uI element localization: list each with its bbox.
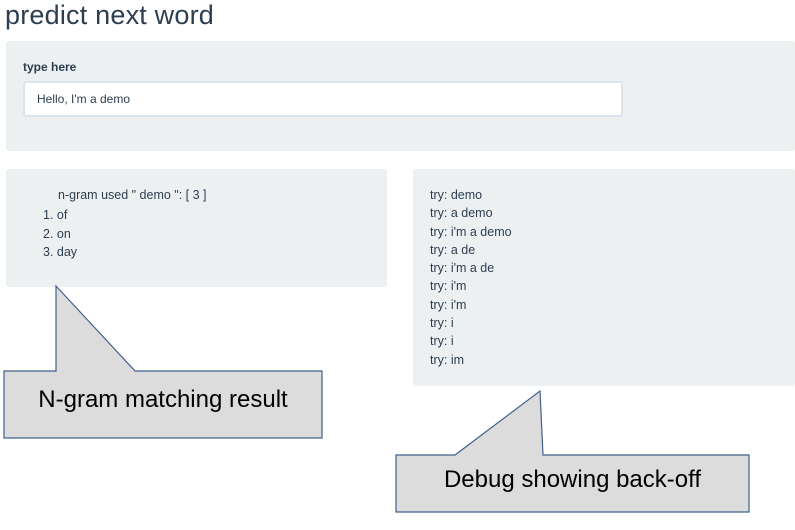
debug-list: try: demo try: a demo try: i'm a demo tr… — [430, 186, 512, 369]
page: predict next word type here n-gram used … — [0, 0, 795, 530]
callout-ngram-label: N-gram matching result — [38, 386, 288, 413]
debug-line: try: i — [430, 316, 454, 331]
debug-line: try: a demo — [430, 206, 493, 221]
callout-ngram-shape — [3, 284, 323, 439]
result-item: 1. of — [43, 208, 68, 222]
debug-line: try: im — [430, 352, 465, 367]
debug-line: try: i'm a de — [430, 261, 495, 276]
result-item: 3. day — [43, 245, 78, 259]
debug-line: try: i'm a demo — [430, 224, 512, 239]
result-list: 1. of 2. on 3. day — [43, 206, 77, 262]
callout-debug-label: Debug showing back-off — [443, 466, 702, 493]
result-header: n-gram used " demo ": [ 3 ] — [58, 188, 207, 202]
debug-line: try: i'm — [430, 279, 467, 294]
text-input[interactable] — [23, 81, 623, 117]
input-panel: type here — [6, 41, 795, 151]
debug-line: try: i'm — [430, 297, 467, 312]
input-label: type here — [23, 60, 77, 74]
debug-line: try: i — [430, 334, 454, 349]
debug-panel: try: demo try: a demo try: i'm a demo tr… — [413, 169, 795, 386]
result-panel: n-gram used " demo ": [ 3 ] 1. of 2. on … — [6, 169, 387, 287]
debug-line: try: a de — [430, 242, 476, 257]
result-item: 2. on — [43, 226, 71, 241]
page-title: predict next word — [5, 0, 214, 30]
debug-line: try: demo — [430, 188, 483, 202]
